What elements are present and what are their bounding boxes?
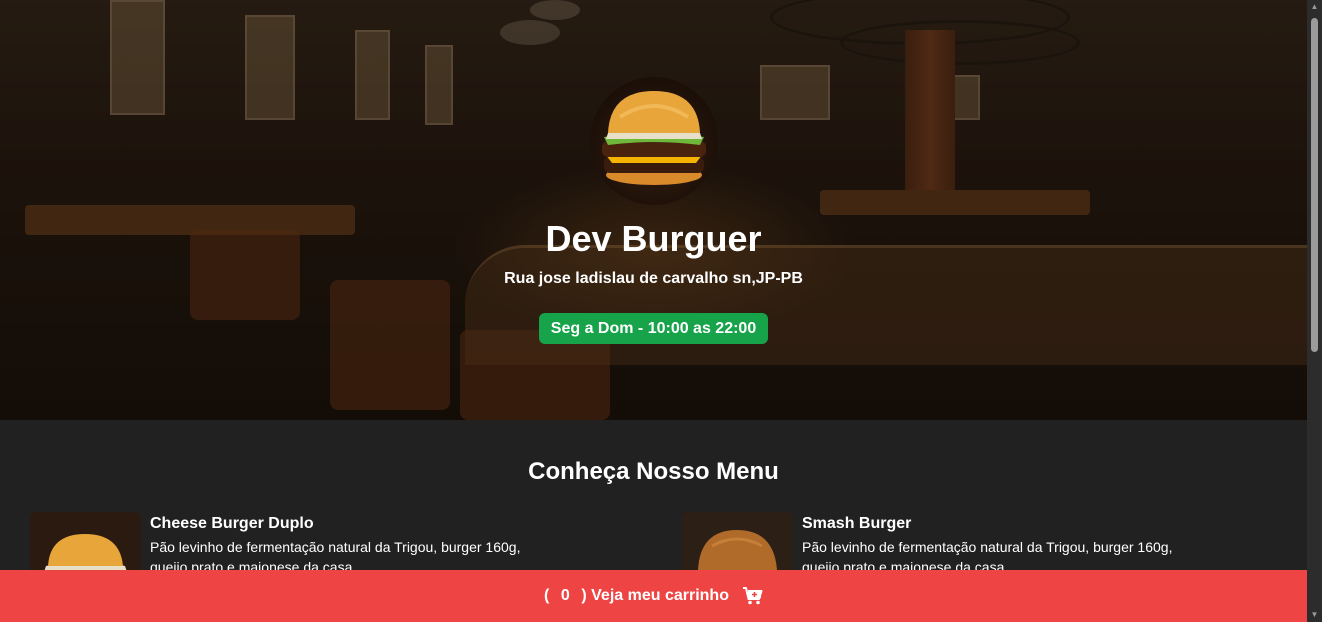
hero-section: Dev Burguer Rua jose ladislau de carvalh… bbox=[0, 0, 1307, 420]
hero-overlay bbox=[0, 0, 1307, 420]
burger-logo-icon bbox=[590, 77, 718, 205]
menu-title: Conheça Nosso Menu bbox=[528, 458, 779, 485]
scroll-down-icon[interactable]: ▼ bbox=[1307, 608, 1322, 622]
cart-icon bbox=[742, 587, 763, 605]
scroll-up-icon[interactable]: ▲ bbox=[1307, 0, 1322, 14]
menu-item-name: Cheese Burger Duplo bbox=[150, 515, 314, 532]
cart-label: ) Veja meu carrinho bbox=[581, 587, 729, 604]
opening-hours-badge: Seg a Dom - 10:00 as 22:00 bbox=[539, 313, 768, 344]
menu-item-name: Smash Burger bbox=[802, 515, 912, 532]
scroll-thumb[interactable] bbox=[1311, 18, 1318, 352]
cart-open-paren: ( bbox=[544, 587, 550, 604]
cart-count: 0 bbox=[560, 587, 570, 604]
view-cart-button[interactable]: ( 0 ) Veja meu carrinho bbox=[0, 570, 1307, 622]
restaurant-title: Dev Burguer bbox=[545, 218, 762, 259]
page-scrollbar[interactable]: ▲ ▼ bbox=[1307, 0, 1322, 622]
restaurant-address: Rua jose ladislau de carvalho sn,JP-PB bbox=[504, 270, 803, 287]
